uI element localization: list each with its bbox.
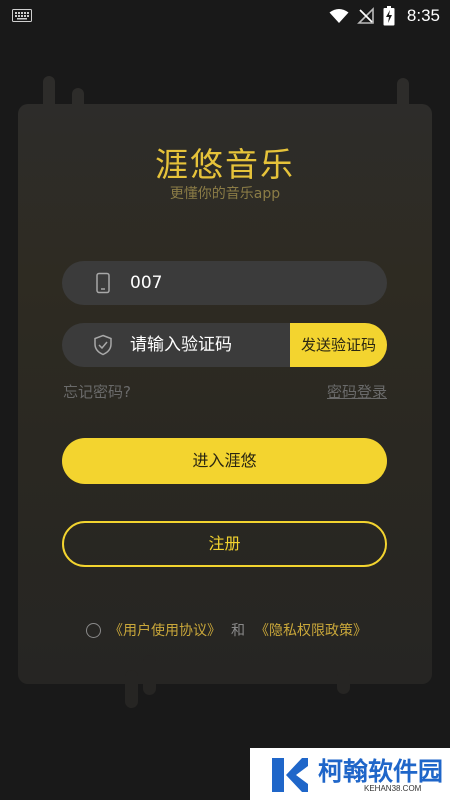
phone-field[interactable]: 007 — [62, 261, 387, 305]
watermark: 柯翰软件园 KEHAN38.COM — [250, 748, 450, 800]
status-icons: 8:35 — [329, 4, 440, 28]
watermark-brand: 柯翰软件园 — [318, 757, 444, 786]
no-signal-icon — [356, 7, 374, 24]
agreement-row: 《用户使用协议》 和 《隐私权限政策》 — [86, 620, 367, 640]
verification-code-field[interactable]: 请输入验证码 发送验证码 — [62, 323, 387, 367]
phone-icon — [96, 272, 110, 294]
send-code-button[interactable]: 发送验证码 — [290, 323, 387, 367]
wifi-icon — [329, 9, 349, 23]
kehan-logo-icon — [272, 758, 308, 792]
card-tab — [337, 670, 350, 694]
forgot-password-link[interactable]: 忘记密码? — [63, 381, 131, 402]
privacy-policy-link[interactable]: 《隐私权限政策》 — [255, 620, 367, 640]
card-tab — [125, 670, 138, 708]
app-title: 涯悠音乐 — [155, 145, 295, 184]
and-text: 和 — [231, 623, 245, 639]
keyboard-icon — [12, 9, 32, 22]
phone-input[interactable]: 007 — [130, 261, 162, 305]
password-login-link[interactable]: 密码登录 — [327, 381, 387, 402]
card-tab — [143, 655, 156, 695]
battery-charging-icon — [383, 6, 395, 26]
watermark-domain: KEHAN38.COM — [364, 784, 422, 793]
register-button[interactable]: 注册 — [62, 521, 387, 567]
user-agreement-link[interactable]: 《用户使用协议》 — [109, 620, 221, 640]
status-bar: 8:35 — [0, 0, 450, 32]
verification-code-input[interactable]: 请输入验证码 — [130, 323, 232, 367]
clock: 8:35 — [406, 6, 440, 25]
shield-icon — [94, 334, 112, 356]
enter-button[interactable]: 进入涯悠 — [62, 438, 387, 484]
agreement-radio[interactable] — [86, 622, 101, 638]
app-subtitle: 更懂你的音乐app — [169, 186, 281, 202]
